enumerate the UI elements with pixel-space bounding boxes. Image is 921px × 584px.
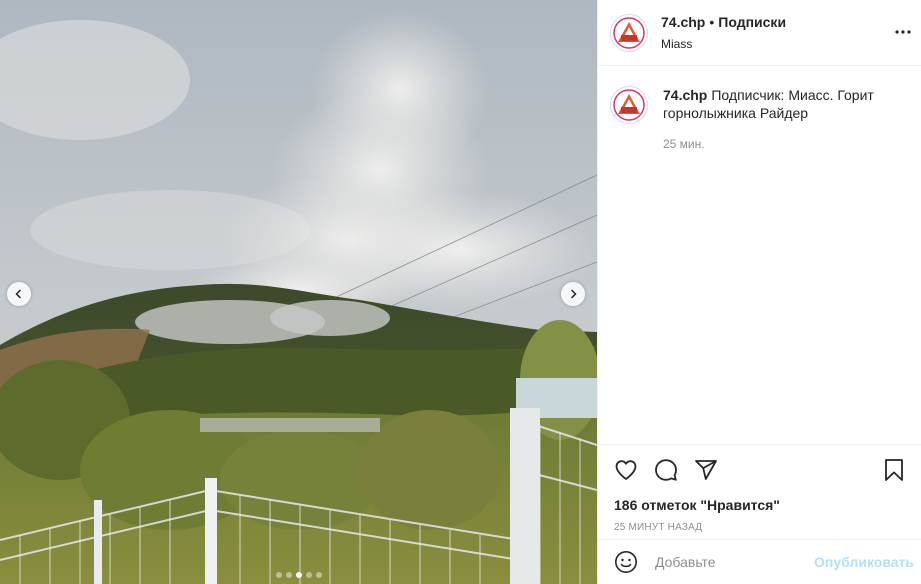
caption: 74.chp Подписчик: Миасс. Горит горнолыжни…	[598, 66, 921, 153]
save-button[interactable]	[882, 458, 906, 482]
previous-slide-button[interactable]	[7, 282, 31, 306]
comment-icon	[655, 459, 677, 481]
next-slide-button[interactable]	[561, 282, 585, 306]
channel-logo-icon	[613, 16, 645, 49]
post-photo[interactable]	[0, 0, 597, 584]
carousel-indicator	[0, 572, 597, 578]
bookmark-icon	[885, 459, 903, 481]
caption-username-link[interactable]: 74.chp	[663, 87, 707, 103]
like-button[interactable]	[614, 458, 638, 482]
channel-logo-icon	[613, 89, 645, 121]
more-horizontal-icon	[895, 30, 911, 34]
carousel-dot	[315, 572, 322, 578]
carousel-dot	[275, 572, 282, 578]
following-button[interactable]: Подписки	[718, 14, 786, 30]
comment-button[interactable]	[654, 458, 678, 482]
post-header: 74.chp • Подписки Miass	[598, 0, 921, 66]
avatar[interactable]	[610, 13, 648, 52]
chevron-left-icon	[15, 289, 22, 299]
share-icon	[695, 460, 717, 480]
add-comment-bar: Опубликовать	[598, 539, 921, 584]
emoji-smile-icon	[615, 551, 637, 573]
likes-count[interactable]: 186 отметок "Нравится"	[598, 485, 921, 513]
post-details-panel: 74.chp • Подписки Miass 74.chp Подписчик: М…	[597, 0, 921, 584]
carousel-dot	[285, 572, 292, 578]
carousel-dot-active	[295, 572, 302, 578]
heart-icon	[615, 460, 637, 480]
post-timestamp[interactable]: 25 МИНУТ НАЗАД	[598, 513, 921, 533]
carousel-dot	[305, 572, 312, 578]
username-link[interactable]: 74.chp	[661, 14, 705, 30]
emoji-button[interactable]	[614, 550, 638, 574]
post-actions: 186 отметок "Нравится" 25 МИНУТ НАЗАД	[598, 444, 921, 533]
avatar[interactable]	[610, 86, 648, 124]
share-button[interactable]	[694, 458, 718, 482]
separator-bullet: •	[709, 14, 715, 30]
caption-timestamp[interactable]: 25 мин.	[663, 135, 909, 153]
forest-fire-photo	[0, 0, 597, 584]
comment-input[interactable]	[653, 553, 807, 571]
chevron-right-icon	[570, 289, 577, 299]
publish-button[interactable]: Опубликовать	[814, 554, 914, 570]
more-options-button[interactable]	[893, 22, 913, 42]
location-link[interactable]: Miass	[661, 37, 786, 51]
